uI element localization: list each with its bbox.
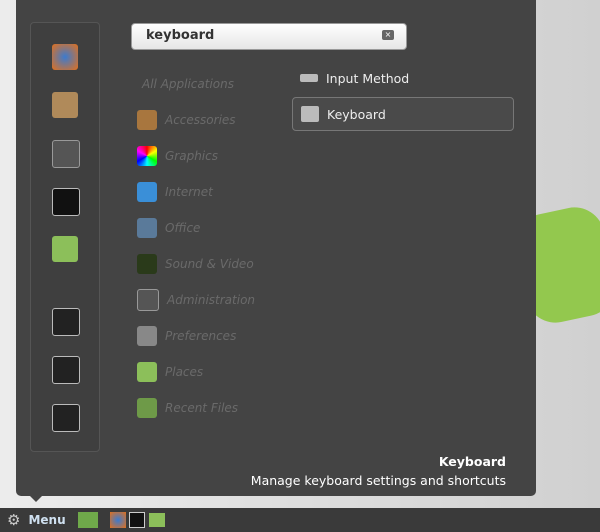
search-text: keyboard: [146, 28, 215, 43]
show-desktop-icon[interactable]: [77, 512, 98, 528]
terminal-icon[interactable]: [52, 188, 80, 216]
category-label: Office: [165, 221, 201, 235]
category-label: Recent Files: [165, 401, 239, 415]
result-label: Keyboard: [327, 106, 386, 122]
sound-video-icon: [137, 254, 157, 274]
favorites-panel: [30, 22, 100, 452]
preferences-icon: [137, 326, 157, 346]
category-label: Accessories: [165, 113, 236, 127]
firefox-icon[interactable]: [52, 44, 78, 70]
category-administration[interactable]: Administration: [137, 282, 255, 318]
clear-icon[interactable]: ×: [382, 30, 394, 40]
result-input-method[interactable]: Input Method: [292, 62, 514, 94]
category-label: Places: [165, 365, 204, 379]
input-method-icon: [300, 74, 318, 82]
category-preferences[interactable]: Preferences: [137, 318, 255, 354]
files-launcher-icon[interactable]: [148, 513, 165, 527]
description-title: Keyboard: [438, 454, 506, 469]
office-icon: [137, 218, 157, 238]
category-places[interactable]: Places: [137, 354, 255, 390]
logout-icon[interactable]: [52, 356, 80, 384]
accessories-icon: [137, 110, 157, 130]
shutdown-icon[interactable]: [52, 404, 80, 432]
category-office[interactable]: Office: [137, 210, 255, 246]
category-accessories[interactable]: Accessories: [137, 102, 255, 138]
taskbar: ⚙ Menu: [0, 508, 600, 532]
folder-icon[interactable]: [52, 236, 78, 262]
lock-screen-icon[interactable]: [52, 308, 80, 336]
category-label: Internet: [165, 185, 213, 199]
internet-icon: [137, 182, 157, 202]
system-settings-icon[interactable]: [52, 140, 80, 168]
search-input[interactable]: keyboard ×: [131, 23, 407, 50]
category-sound-video[interactable]: Sound & Video: [137, 246, 255, 282]
category-recent-files[interactable]: Recent Files: [137, 390, 255, 426]
recent-files-icon: [137, 398, 157, 418]
result-label: Input Method: [326, 70, 410, 86]
keyboard-icon: [301, 106, 319, 122]
description-text: Manage keyboard settings and shortcuts: [250, 473, 506, 488]
menu-popup: keyboard × All Applications Accessories G…: [16, 0, 536, 496]
package-manager-icon[interactable]: [52, 92, 78, 118]
menu-pointer: [28, 494, 44, 502]
graphics-icon: [137, 146, 157, 166]
category-label: Preferences: [165, 329, 237, 343]
category-internet[interactable]: Internet: [137, 174, 255, 210]
category-label: Administration: [167, 293, 256, 307]
category-label: All Applications: [142, 77, 234, 91]
places-icon: [137, 362, 157, 382]
terminal-launcher-icon[interactable]: [128, 512, 145, 528]
category-all[interactable]: All Applications: [137, 66, 255, 102]
firefox-launcher-icon[interactable]: [109, 512, 126, 528]
menu-button[interactable]: Menu: [28, 513, 65, 527]
app-description: Keyboard Manage keyboard settings and sho…: [251, 452, 506, 490]
category-graphics[interactable]: Graphics: [137, 138, 255, 174]
administration-icon: [137, 289, 159, 311]
category-label: Graphics: [165, 149, 218, 163]
menu-gear-icon[interactable]: ⚙: [7, 511, 20, 529]
category-list: All Applications Accessories Graphics In…: [137, 66, 255, 426]
result-keyboard[interactable]: Keyboard: [292, 97, 514, 131]
category-label: Sound & Video: [165, 257, 254, 271]
